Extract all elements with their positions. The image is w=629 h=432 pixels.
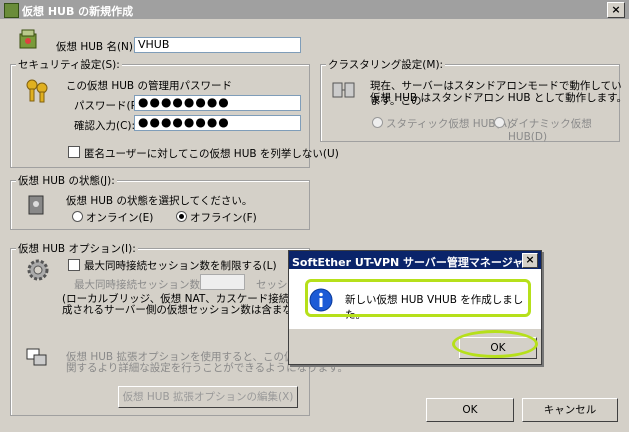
cancel-button[interactable]: キャンセル [522,398,618,422]
close-button[interactable]: × [607,2,625,18]
cluster-desc-2: 仮想 HUB はスタンドアロン HUB として動作します。 [370,92,628,104]
hub-name-input[interactable]: VHUB [134,37,301,53]
message-highlight [305,279,531,317]
online-label: オンライン(E) [86,212,154,224]
cluster-legend: クラスタリング設定(M): [326,57,446,72]
options-note-2: 成されるサーバー側の仮想セッション数は含まない) [62,304,308,316]
app-icon [4,3,19,18]
key-icon [24,78,50,104]
ok-button[interactable]: OK [426,398,514,422]
max-sessions-input[interactable] [200,274,245,290]
offline-radio[interactable] [176,211,187,222]
security-legend: セキュリティ設定(S): [16,57,122,72]
ext-options-icon [26,346,48,368]
server-icon [332,80,356,100]
max-sessions-label: 最大同時接続セッション数(X): [74,279,219,291]
confirm-label: 確認入力(C): [74,120,136,132]
message-title: SoftEther UT-VPN サーバー管理マネージャ [292,256,524,269]
limit-sessions-checkbox[interactable] [68,259,80,271]
hub-name-label: 仮想 HUB 名(N): [56,41,137,53]
static-hub-label: スタティック仮想 HUB(A) [386,118,511,130]
status-legend: 仮想 HUB の状態(J): [16,173,117,188]
online-radio[interactable] [72,211,83,222]
status-desc: 仮想 HUB の状態を選択してください。 [66,195,253,207]
anon-checkbox[interactable] [68,146,80,158]
gear-icon [26,258,50,282]
confirm-input[interactable]: ●●●●●●●● [134,115,301,131]
hub-icon [18,28,38,50]
static-hub-radio[interactable] [372,117,383,128]
password-input[interactable]: ●●●●●●●● [134,95,301,111]
security-desc: この仮想 HUB の管理用パスワード [66,80,232,92]
anon-label: 匿名ユーザーに対してこの仮想 HUB を列挙しない(U) [84,148,339,160]
dynamic-hub-radio[interactable] [494,117,505,128]
offline-label: オフライン(F) [190,212,257,224]
options-legend: 仮想 HUB オプション(I): [16,241,138,256]
window-title: 仮想 HUB の新規作成 [22,5,134,18]
message-close-button[interactable]: × [522,253,538,268]
limit-sessions-label: 最大同時接続セッション数を制限する(L) [84,260,277,272]
ext-options-button[interactable]: 仮想 HUB 拡張オプションの編集(X) [118,386,298,408]
message-title-bar: SoftEther UT-VPN サーバー管理マネージャ × [289,251,541,269]
dynamic-hub-label: ダイナミック仮想 HUB(D) [508,118,592,143]
status-icon [26,194,46,216]
title-bar: 仮想 HUB の新規作成 × [0,0,629,19]
ok-highlight [452,330,538,358]
